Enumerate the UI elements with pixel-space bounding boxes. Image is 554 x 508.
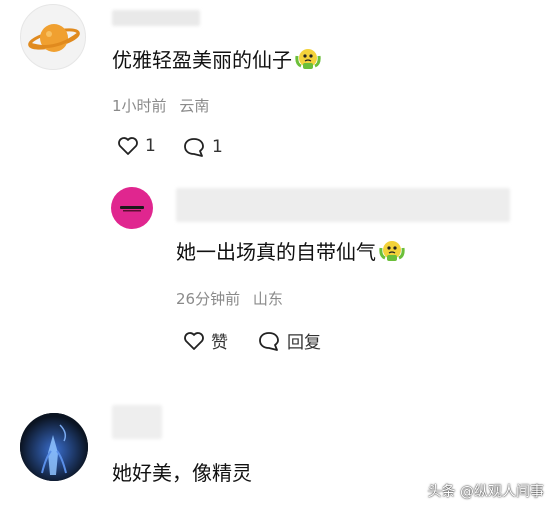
comment-text: 优雅轻盈美丽的仙子	[112, 44, 321, 73]
reply-label: 回复	[287, 333, 321, 353]
crying-face-emoji-icon	[379, 238, 405, 262]
avatar[interactable]	[20, 4, 86, 70]
dark-figure-avatar-icon	[20, 413, 88, 481]
like-button[interactable]: 1	[117, 136, 156, 156]
username-blurred[interactable]	[176, 188, 510, 222]
comment-item: 优雅轻盈美丽的仙子 1小时前 云南 1 1	[0, 0, 554, 175]
comment-location: 云南	[179, 97, 210, 115]
comment-bubble-icon	[259, 331, 279, 351]
reply-meta: 26分钟前 山东	[176, 288, 283, 309]
comment-meta: 1小时前 云南	[112, 95, 209, 116]
heart-icon	[118, 137, 138, 155]
watermark: 头条 @纵观人间事	[427, 484, 544, 500]
avatar[interactable]	[111, 187, 153, 229]
planet-avatar-icon	[28, 24, 80, 52]
reply-text: 她一出场真的自带仙气	[176, 236, 405, 265]
reply-button[interactable]: 1	[182, 136, 223, 158]
username-blurred[interactable]	[112, 10, 200, 26]
reply-time: 26分钟前	[176, 290, 241, 308]
comment-text: 她好美，像精灵	[112, 461, 252, 485]
avatar[interactable]	[20, 413, 88, 481]
reply-count: 1	[212, 137, 223, 157]
logo-avatar-icon	[120, 206, 144, 212]
heart-icon	[184, 331, 204, 350]
username-blurred[interactable]	[112, 405, 162, 439]
reply-location: 山东	[252, 290, 283, 308]
crying-face-emoji-icon	[295, 46, 321, 70]
like-label: 赞	[211, 333, 228, 353]
reply-button[interactable]: 回复	[257, 328, 321, 353]
comment-bubble-icon	[184, 138, 204, 157]
like-button[interactable]: 赞	[183, 328, 228, 353]
like-count: 1	[145, 136, 156, 156]
reply-item: 她一出场真的自带仙气 26分钟前 山东 赞 回复	[100, 178, 554, 368]
comment-time: 1小时前	[112, 97, 167, 115]
